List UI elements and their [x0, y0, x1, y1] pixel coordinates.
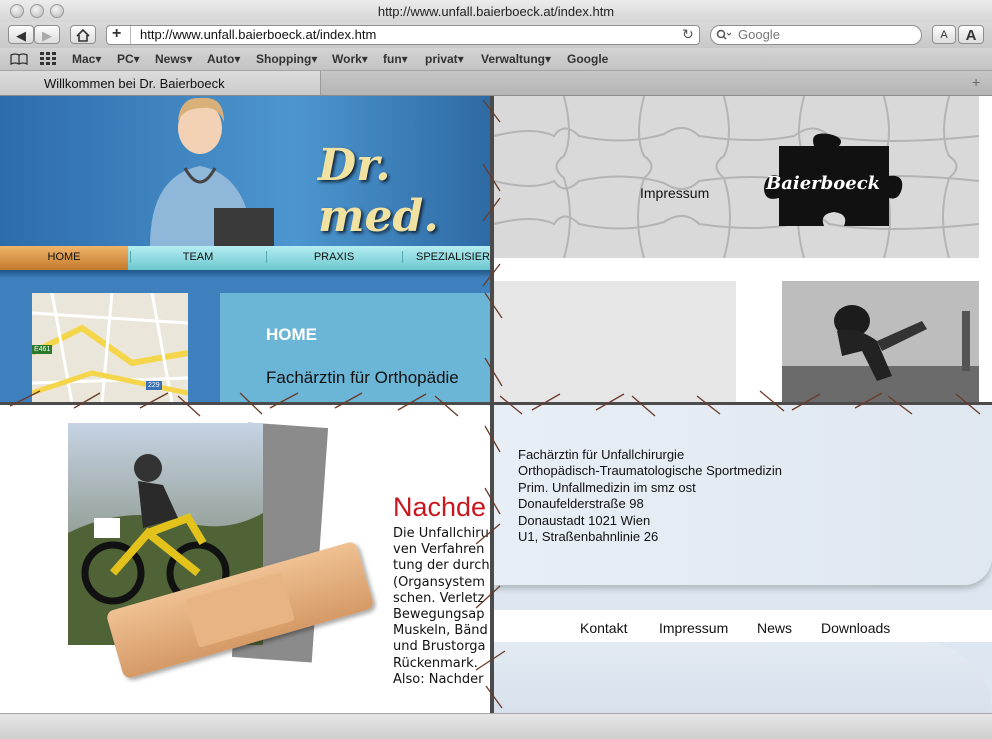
url-text[interactable]: http://www.unfall.baierboeck.at/index.ht…	[140, 27, 376, 42]
new-tab-button[interactable]: +	[972, 74, 980, 90]
status-bar	[0, 713, 992, 739]
bookmark-verwaltung[interactable]: Verwaltung▾	[481, 52, 551, 66]
bookmark-privat[interactable]: privat▾	[425, 52, 464, 66]
top-sites-grid-icon[interactable]	[40, 52, 56, 66]
divider-artifacts	[9, 99, 981, 709]
back-button[interactable]: ◀	[8, 25, 34, 44]
text-smaller-button[interactable]: A	[932, 25, 956, 44]
back-arrow-icon: ◀	[16, 28, 26, 43]
text-larger-button[interactable]: A	[958, 25, 984, 44]
window-title: http://www.unfall.baierboeck.at/index.ht…	[377, 4, 615, 19]
bookmark-mac[interactable]: Mac▾	[72, 52, 101, 66]
bookmark-work[interactable]: Work▾	[332, 52, 368, 66]
bookmark-pc[interactable]: PC▾	[117, 52, 140, 66]
forward-button[interactable]: ▶	[34, 25, 60, 44]
bookmark-fun[interactable]: fun▾	[383, 52, 408, 66]
book-icon[interactable]	[10, 53, 28, 65]
forward-arrow-icon: ▶	[42, 28, 52, 43]
bookmark-news[interactable]: News▾	[155, 52, 192, 66]
home-icon	[76, 28, 90, 42]
search-icon	[716, 29, 732, 40]
bookmark-auto[interactable]: Auto▾	[207, 52, 240, 66]
search-placeholder: Google	[738, 27, 780, 42]
tab-title[interactable]: Willkommen bei Dr. Baierboeck	[44, 76, 225, 91]
bookmark-shopping[interactable]: Shopping▾	[256, 52, 317, 66]
home-button[interactable]	[70, 25, 96, 44]
bookmark-google[interactable]: Google	[567, 52, 608, 66]
reload-icon[interactable]: ↻	[682, 26, 694, 43]
address-separator	[130, 26, 131, 44]
add-bookmark-button[interactable]: +	[112, 25, 121, 43]
